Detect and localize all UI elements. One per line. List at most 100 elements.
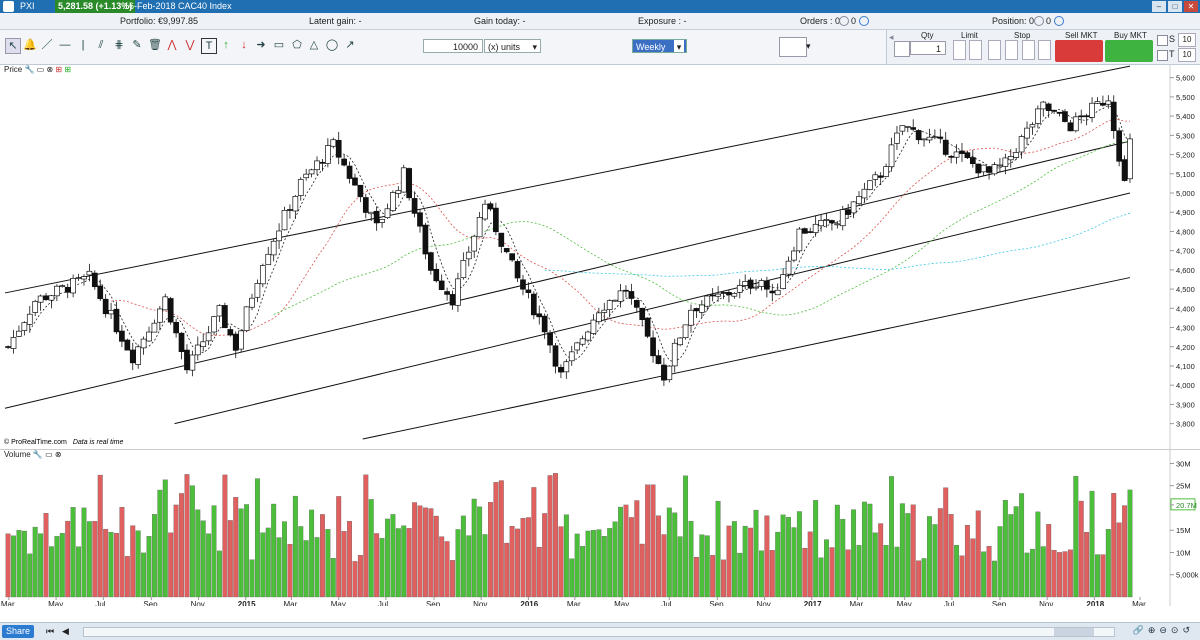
candle-body[interactable] [493,207,499,233]
volume-bar[interactable] [184,474,190,598]
candle-body[interactable] [785,260,792,275]
stop-buy-icon[interactable] [1005,40,1018,60]
candle-body[interactable] [644,317,651,337]
volume-bar[interactable] [482,534,488,598]
candle-body[interactable] [661,364,667,381]
candle-body[interactable] [75,277,82,279]
candle-body[interactable] [178,332,185,353]
candle-body[interactable] [449,294,456,306]
candle-body[interactable] [108,310,114,315]
position-info-icon[interactable] [1054,16,1064,26]
candle-body[interactable] [758,280,765,287]
volume-bar[interactable] [959,555,965,598]
volume-bar[interactable] [450,560,455,598]
volume-bar[interactable] [233,497,239,598]
volume-bar[interactable] [357,555,363,598]
volume-bar[interactable] [314,537,320,598]
candle-body[interactable] [969,157,976,165]
volume-bar[interactable] [894,546,900,598]
candle-body[interactable] [731,293,738,297]
volume-bar[interactable] [872,532,878,598]
volume-bar[interactable] [753,509,759,598]
volume-bar[interactable] [840,518,846,598]
volume-bar[interactable] [374,533,380,598]
volume-bar[interactable] [1100,554,1106,598]
volume-bar[interactable] [715,500,721,598]
candle-body[interactable] [558,367,564,373]
candle-body[interactable] [54,285,60,297]
volume-bar[interactable] [916,560,922,598]
channel-line[interactable] [362,277,1131,440]
volume-bar[interactable] [948,514,954,598]
candle-body[interactable] [742,280,749,286]
wrench-icon[interactable]: 🔧 [24,65,34,74]
volume-bar[interactable] [883,545,889,598]
volume-bar[interactable] [992,560,997,598]
pointer-line-icon[interactable]: ↗ [343,38,357,52]
volume-bar[interactable] [97,474,103,598]
volume-bar[interactable] [688,521,694,598]
volume-bar[interactable] [1073,476,1079,598]
cursor-icon[interactable]: ↖ [5,38,21,54]
candle-body[interactable] [671,342,678,367]
channel-line[interactable] [4,65,1131,294]
volume-bar[interactable] [699,534,705,598]
candle-body[interactable] [308,169,315,175]
candle-body[interactable] [682,324,689,339]
candle-body[interactable] [1121,159,1128,181]
candle-body[interactable] [70,278,76,294]
candle-body[interactable] [227,329,234,336]
volume-bar[interactable] [471,498,477,598]
volume-bar[interactable] [889,476,894,598]
close-icon[interactable]: ✕ [1184,1,1198,12]
volume-bar[interactable] [542,513,548,598]
maximize-icon[interactable]: □ [1168,1,1182,12]
candle-body[interactable] [633,300,640,308]
candle-body[interactable] [590,319,597,334]
candle-body[interactable] [16,330,22,337]
candle-body[interactable] [373,210,380,224]
candle-body[interactable] [688,309,694,326]
volume-bar[interactable] [1019,493,1025,598]
candle-body[interactable] [563,361,570,373]
up-arrow-icon[interactable]: ↑ [219,38,233,52]
first-page-icon[interactable]: ⏮ [46,626,54,637]
candle-body[interactable] [32,301,39,313]
volume-bar[interactable] [108,532,114,598]
volume-bar[interactable] [114,533,119,598]
volume-bar[interactable] [672,512,678,598]
volume-bar[interactable] [455,529,461,598]
window-icon[interactable]: ▭ [37,65,45,74]
candle-body[interactable] [10,337,17,349]
volume-bar[interactable] [802,547,808,598]
buy-market-button[interactable] [1105,40,1153,62]
candle-body[interactable] [823,219,830,221]
volume-bar[interactable] [829,547,835,598]
candle-body[interactable] [959,150,965,154]
volume-bar[interactable] [379,538,385,598]
volume-bar[interactable] [504,542,510,598]
volume-bar[interactable] [509,525,515,598]
volume-bar[interactable] [943,487,949,598]
candle-body[interactable] [162,296,169,311]
candle-body[interactable] [368,211,375,215]
volume-bar[interactable] [607,528,613,598]
volume-bar[interactable] [303,540,309,598]
candle-body[interactable] [796,228,803,252]
candle-body[interactable] [655,355,662,364]
volume-bar[interactable] [38,533,44,598]
sell-market-button[interactable] [1055,40,1103,62]
candle-body[interactable] [899,125,906,132]
link-icon[interactable]: 🔗 [1133,625,1144,636]
volume-bar[interactable] [710,555,716,598]
candle-body[interactable] [1029,124,1036,128]
limit-buy-icon[interactable] [953,40,966,60]
volume-bar[interactable] [65,520,71,598]
candle-body[interactable] [937,136,944,139]
fibonacci-icon[interactable]: ⋕ [112,38,126,52]
candle-body[interactable] [146,331,152,342]
candle-body[interactable] [352,177,358,186]
candle-body[interactable] [948,155,954,158]
candle-body[interactable] [975,163,982,174]
candle-body[interactable] [433,268,440,282]
